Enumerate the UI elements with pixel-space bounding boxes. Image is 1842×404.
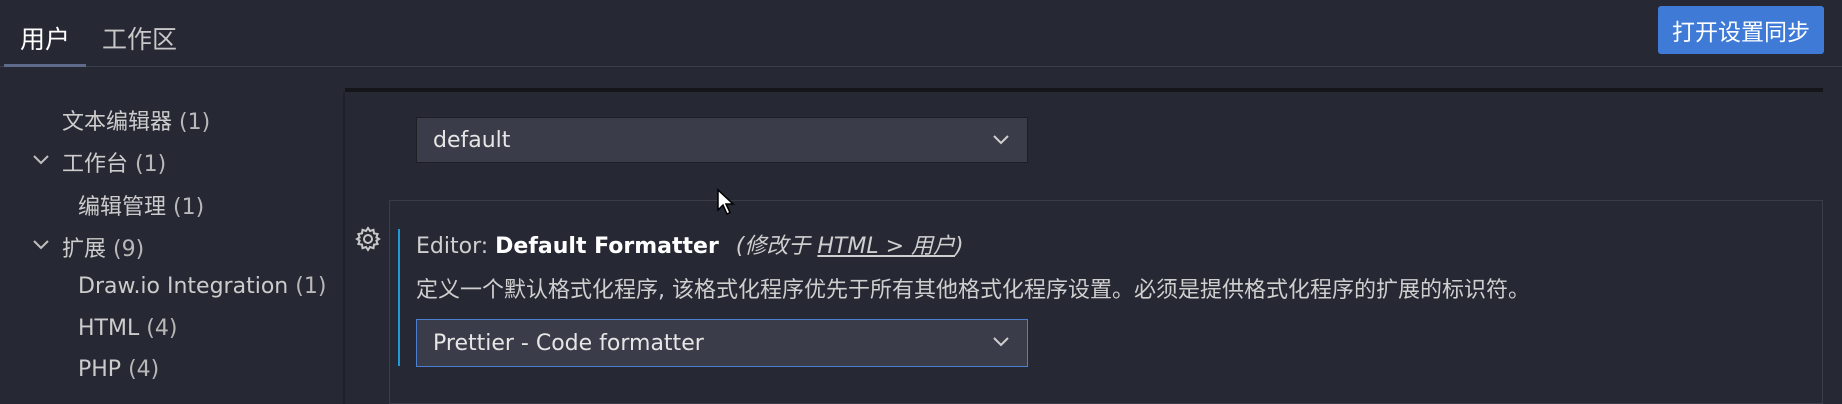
modified-in-note: (修改于 HTML > 用户)	[736, 234, 964, 259]
modified-suffix: )	[955, 234, 964, 259]
modified-indicator	[398, 229, 400, 366]
toc-item-count: (1)	[295, 274, 327, 299]
select-value: default	[433, 127, 511, 153]
chevron-down-icon	[993, 135, 1009, 145]
settings-editor: 用户 工作区 打开设置同步 文本编辑器 (1) 工作台 (1) 编辑管理 (1)…	[0, 0, 1842, 404]
scroll-shadow	[345, 88, 1823, 92]
select-value: Prettier - Code formatter	[433, 330, 704, 356]
setting-category: Editor:	[416, 234, 496, 259]
setting-description: 定义一个默认格式化程序, 该格式化程序优先于所有其他格式化程序设置。必须是提供格…	[416, 278, 1530, 303]
toc-item-count: (1)	[173, 195, 205, 220]
toc-item-text-editor[interactable]: 文本编辑器 (1)	[62, 104, 210, 136]
chevron-down-icon	[993, 337, 1009, 347]
chevron-expanded-icon[interactable]	[30, 149, 52, 171]
toc-item-label: PHP	[78, 357, 122, 382]
tab-divider	[0, 66, 1842, 67]
active-tab-indicator	[4, 64, 86, 67]
setting-name: Default Formatter	[495, 234, 719, 259]
modified-in-link[interactable]: HTML > 用户	[817, 234, 955, 259]
mouse-cursor-icon	[717, 188, 735, 216]
chevron-expanded-icon[interactable]	[30, 234, 52, 256]
toc-item-label: 扩展	[62, 237, 107, 262]
toc-item-count: (1)	[135, 152, 167, 177]
toc-item-drawio[interactable]: Draw.io Integration (1)	[78, 274, 326, 299]
toc-item-label: Draw.io Integration	[78, 274, 289, 299]
toc-item-count: (1)	[179, 110, 211, 135]
toc-item-label: 编辑管理	[78, 195, 167, 220]
setting-title: Editor: Default Formatter (修改于 HTML > 用户…	[416, 228, 964, 260]
turn-on-settings-sync-button[interactable]: 打开设置同步	[1658, 6, 1824, 54]
toc-item-label: HTML	[78, 316, 140, 341]
sidebar-divider	[343, 92, 345, 404]
default-formatter-select[interactable]: Prettier - Code formatter	[416, 319, 1028, 367]
toc-item-label: 文本编辑器	[62, 110, 173, 135]
tab-workspace[interactable]: 工作区	[102, 20, 177, 56]
toc-item-label: 工作台	[62, 152, 129, 177]
toc-item-html[interactable]: HTML (4)	[78, 316, 177, 341]
toc-item-workbench[interactable]: 工作台 (1)	[62, 146, 166, 178]
toc-item-extensions[interactable]: 扩展 (9)	[62, 231, 144, 263]
toc-item-php[interactable]: PHP (4)	[78, 357, 159, 382]
modified-prefix: (修改于	[735, 234, 818, 259]
toc-item-count: (4)	[128, 357, 160, 382]
previous-setting-select[interactable]: default	[416, 117, 1028, 163]
toc-item-count: (4)	[146, 316, 178, 341]
tab-user[interactable]: 用户	[20, 20, 70, 56]
toc-item-editor-management[interactable]: 编辑管理 (1)	[78, 189, 204, 221]
gear-icon[interactable]	[354, 225, 382, 253]
toc-item-count: (9)	[113, 237, 145, 262]
